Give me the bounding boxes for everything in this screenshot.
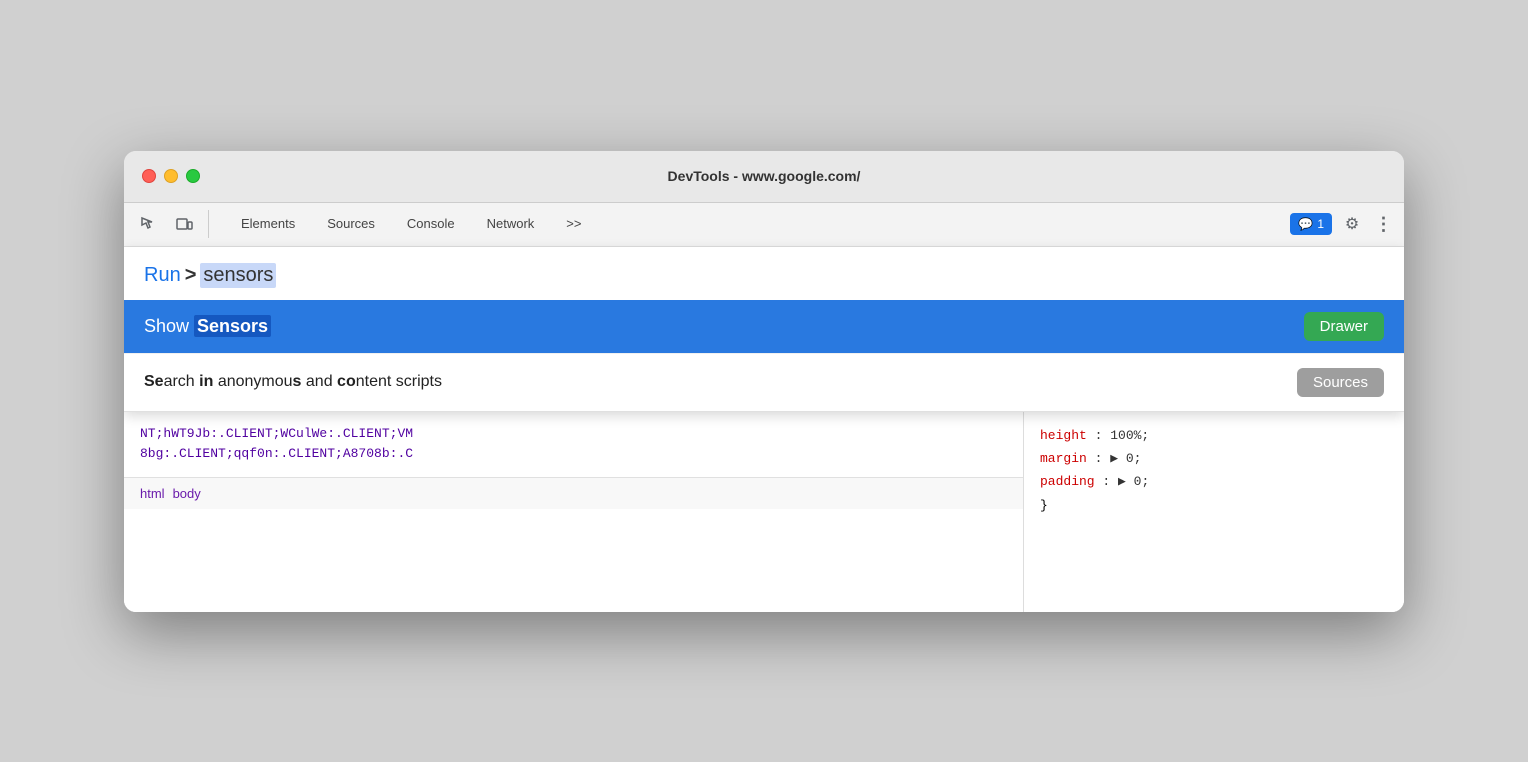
- tab-elements[interactable]: Elements: [225, 202, 311, 246]
- dom-line-2: 8bg:.CLIENT;qqf0n:.CLIENT;A8708b:.C: [140, 444, 1007, 465]
- result-2-bold-in: in: [199, 373, 213, 390]
- result-1-badge: Drawer: [1304, 312, 1384, 341]
- close-button[interactable]: [142, 169, 156, 183]
- tab-more[interactable]: >>: [550, 202, 597, 246]
- main-content: NT;hWT9Jb:.CLIENT;WCulWe:.CLIENT;VM 8bg:…: [124, 412, 1404, 612]
- result-2-bold-se: Se: [144, 373, 164, 390]
- breadcrumb-html[interactable]: html: [140, 486, 165, 501]
- css-height-name: height: [1040, 428, 1087, 443]
- css-margin: margin : ▶ 0;: [1040, 447, 1388, 470]
- css-height-value: : 100%;: [1095, 428, 1150, 443]
- css-closing-brace: }: [1040, 494, 1388, 517]
- title-bar: DevTools - www.google.com/: [124, 151, 1404, 203]
- tab-sources[interactable]: Sources: [311, 202, 391, 246]
- css-height: height : 100%;: [1040, 424, 1388, 447]
- command-palette: Run > sensors Show Sensors Drawer Search…: [124, 247, 1404, 412]
- result-2-text: Search in anonymous and content scripts: [144, 373, 442, 391]
- result-2-badge: Sources: [1297, 368, 1384, 397]
- css-padding-name: padding: [1040, 474, 1095, 489]
- command-prefix: Run: [144, 264, 181, 287]
- dom-panel: NT;hWT9Jb:.CLIENT;WCulWe:.CLIENT;VM 8bg:…: [124, 412, 1024, 612]
- window-title: DevTools - www.google.com/: [668, 168, 861, 184]
- device-toggle-icon[interactable]: [168, 208, 200, 240]
- css-margin-name: margin: [1040, 451, 1087, 466]
- dom-code: NT;hWT9Jb:.CLIENT;WCulWe:.CLIENT;VM 8bg:…: [124, 412, 1023, 478]
- command-query: sensors: [200, 263, 276, 288]
- result-2-bold-s: s: [293, 373, 302, 390]
- command-result-1[interactable]: Show Sensors Drawer: [124, 300, 1404, 353]
- gear-icon: ⚙: [1345, 214, 1359, 234]
- styles-panel: height : 100%; margin : ▶ 0; padding : ▶…: [1024, 412, 1404, 612]
- minimize-button[interactable]: [164, 169, 178, 183]
- command-arrow: >: [185, 264, 197, 287]
- inspect-icon[interactable]: [132, 208, 164, 240]
- result-1-text: Show Sensors: [144, 316, 271, 337]
- tab-network[interactable]: Network: [471, 202, 551, 246]
- command-result-2[interactable]: Search in anonymous and content scripts …: [124, 353, 1404, 411]
- devtools-body: Elements Sources Console Network >> 💬 1: [124, 203, 1404, 612]
- traffic-lights: [142, 169, 200, 183]
- tab-console[interactable]: Console: [391, 202, 471, 246]
- maximize-button[interactable]: [186, 169, 200, 183]
- toolbar-divider: [208, 210, 209, 238]
- css-padding: padding : ▶ 0;: [1040, 470, 1388, 493]
- chat-icon: 💬: [1298, 217, 1313, 231]
- css-margin-value: : ▶ 0;: [1095, 451, 1142, 466]
- css-properties: height : 100%; margin : ▶ 0; padding : ▶…: [1040, 424, 1388, 518]
- result-1-highlight: Sensors: [194, 315, 271, 337]
- css-padding-value: : ▶ 0;: [1102, 474, 1149, 489]
- dom-line-1: NT;hWT9Jb:.CLIENT;WCulWe:.CLIENT;VM: [140, 424, 1007, 445]
- breadcrumb-bar: html body: [124, 477, 1023, 509]
- command-input-area[interactable]: Run > sensors: [124, 247, 1404, 300]
- settings-button[interactable]: ⚙: [1336, 208, 1368, 240]
- chat-badge-button[interactable]: 💬 1: [1290, 213, 1332, 235]
- tab-bar: Elements Sources Console Network >> 💬 1: [124, 203, 1404, 247]
- tab-bar-tools: [132, 208, 213, 240]
- tab-bar-right: 💬 1 ⚙ ⋮: [1290, 208, 1396, 240]
- devtools-window: DevTools - www.google.com/: [124, 151, 1404, 612]
- more-options-button[interactable]: ⋮: [1372, 212, 1396, 236]
- result-2-bold-co: co: [337, 373, 356, 390]
- chat-count: 1: [1317, 217, 1324, 231]
- breadcrumb-body[interactable]: body: [173, 486, 201, 501]
- vertical-dots-icon: ⋮: [1375, 214, 1394, 235]
